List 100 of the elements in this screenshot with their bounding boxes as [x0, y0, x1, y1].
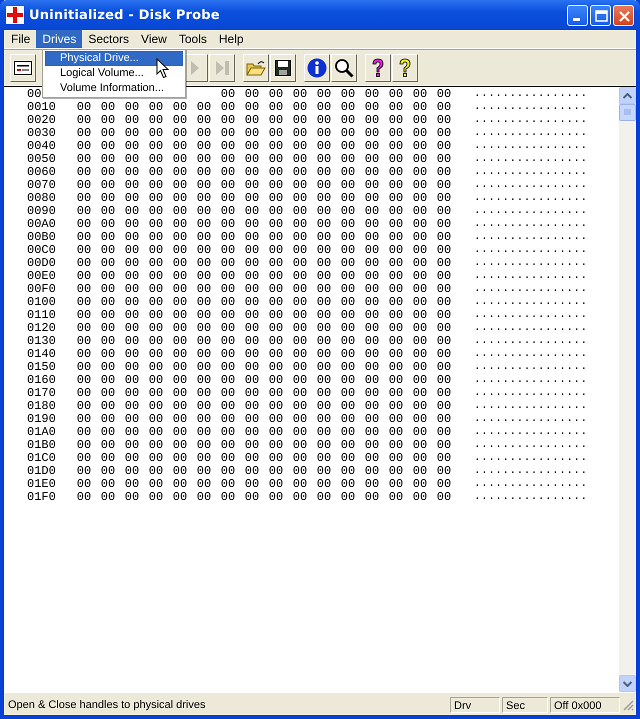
menu-item[interactable]: Drives: [36, 30, 82, 48]
hex-byte: 00: [340, 179, 356, 192]
toolbar-button[interactable]: [392, 54, 418, 82]
ascii-text: ................: [474, 205, 588, 218]
menu-item[interactable]: Sectors: [82, 30, 136, 48]
hex-byte: 00: [244, 166, 260, 179]
ascii-text: ................: [474, 465, 588, 478]
menu-item[interactable]: Tools: [172, 30, 213, 48]
ascii-text: ................: [474, 244, 588, 257]
offset-label: 00D0: [27, 257, 56, 270]
hex-byte: 00: [124, 101, 140, 114]
toolbar-button[interactable]: [270, 54, 296, 82]
hex-byte: 00: [124, 114, 140, 127]
hex-byte: 00: [364, 491, 380, 504]
offset-label: 00F0: [27, 283, 56, 296]
hex-byte: 00: [220, 179, 236, 192]
menu-item[interactable]: File: [5, 30, 36, 48]
hex-byte: 00: [292, 205, 308, 218]
hex-byte: 00: [436, 153, 452, 166]
maximize-button[interactable]: [590, 4, 611, 26]
ascii-text: ................: [474, 114, 588, 127]
hex-byte: 00: [316, 426, 332, 439]
hex-byte: 00: [316, 127, 332, 140]
hex-byte: 00: [148, 491, 164, 504]
hex-byte: 00: [436, 426, 452, 439]
scroll-thumb[interactable]: [619, 104, 636, 121]
ascii-text: ................: [474, 257, 588, 270]
hex-byte: 00: [100, 439, 116, 452]
menu-option[interactable]: Logical Volume...: [45, 66, 183, 81]
hex-byte: 00: [340, 166, 356, 179]
hex-byte: 00: [220, 439, 236, 452]
hex-byte: 00: [220, 205, 236, 218]
scroll-down-button[interactable]: [619, 675, 636, 692]
hex-byte: 00: [436, 335, 452, 348]
hex-byte: 00: [316, 192, 332, 205]
scrollbar[interactable]: [619, 87, 636, 692]
hex-byte: 00: [268, 335, 284, 348]
hex-byte: 00: [292, 309, 308, 322]
toolbar-button[interactable]: [304, 54, 330, 82]
hex-byte: 00: [148, 478, 164, 491]
hex-byte: 00: [148, 335, 164, 348]
menu-item[interactable]: Help: [212, 30, 250, 48]
hex-byte: 00: [412, 309, 428, 322]
hex-byte: 00: [124, 400, 140, 413]
hex-byte: 00: [388, 413, 404, 426]
hex-byte: 00: [172, 452, 188, 465]
menu-option[interactable]: Physical Drive...: [45, 51, 183, 66]
hex-byte: 00: [220, 361, 236, 374]
hex-byte: 00: [340, 335, 356, 348]
hex-byte: 00: [244, 244, 260, 257]
offset-label: 0120: [27, 322, 56, 335]
close-button[interactable]: [613, 4, 634, 26]
hex-byte: 00: [244, 88, 260, 101]
hex-byte: 00: [340, 296, 356, 309]
hex-byte: 00: [100, 153, 116, 166]
ascii-text: ................: [474, 101, 588, 114]
hex-byte: 00: [412, 127, 428, 140]
hex-byte: 00: [412, 465, 428, 478]
hex-byte: 00: [316, 335, 332, 348]
scroll-up-button[interactable]: [619, 87, 636, 104]
hex-byte: 00: [340, 270, 356, 283]
hex-byte: 00: [412, 166, 428, 179]
hex-byte: 00: [124, 465, 140, 478]
toolbar-button[interactable]: [331, 54, 357, 82]
info-icon: [307, 58, 327, 78]
hex-byte: 00: [340, 283, 356, 296]
hex-byte: 00: [364, 309, 380, 322]
offset-label: 0040: [27, 140, 56, 153]
toolbar-button[interactable]: [10, 54, 36, 82]
hex-byte: 00: [388, 257, 404, 270]
menu-option[interactable]: Volume Information...: [45, 81, 183, 96]
hex-byte: 00: [196, 374, 212, 387]
hex-byte: 00: [388, 478, 404, 491]
folder-icon: [246, 60, 266, 76]
hex-byte: 00: [292, 478, 308, 491]
hex-byte: 00: [196, 257, 212, 270]
hex-byte: 00: [364, 231, 380, 244]
skip-end-icon: [214, 60, 230, 76]
hex-byte: 00: [292, 439, 308, 452]
hex-byte: 00: [436, 452, 452, 465]
hex-byte: 00: [388, 335, 404, 348]
hex-byte: 00: [316, 439, 332, 452]
menu-item[interactable]: View: [135, 30, 173, 48]
hex-byte: 00: [316, 309, 332, 322]
hex-byte: 00: [412, 400, 428, 413]
hex-byte: 00: [316, 465, 332, 478]
hex-byte: 00: [268, 426, 284, 439]
hex-byte: 00: [220, 257, 236, 270]
toolbar-button[interactable]: [365, 54, 391, 82]
minimize-button[interactable]: [567, 4, 588, 26]
hex-byte: 00: [316, 179, 332, 192]
hex-byte: 00: [76, 400, 92, 413]
hex-byte: 00: [388, 296, 404, 309]
hex-byte: 00: [316, 218, 332, 231]
hex-byte: 00: [244, 374, 260, 387]
hex-byte: 00: [124, 309, 140, 322]
hex-byte: 00: [172, 114, 188, 127]
hex-byte: 00: [148, 101, 164, 114]
hex-byte: 00: [268, 309, 284, 322]
hex-byte: 00: [388, 322, 404, 335]
